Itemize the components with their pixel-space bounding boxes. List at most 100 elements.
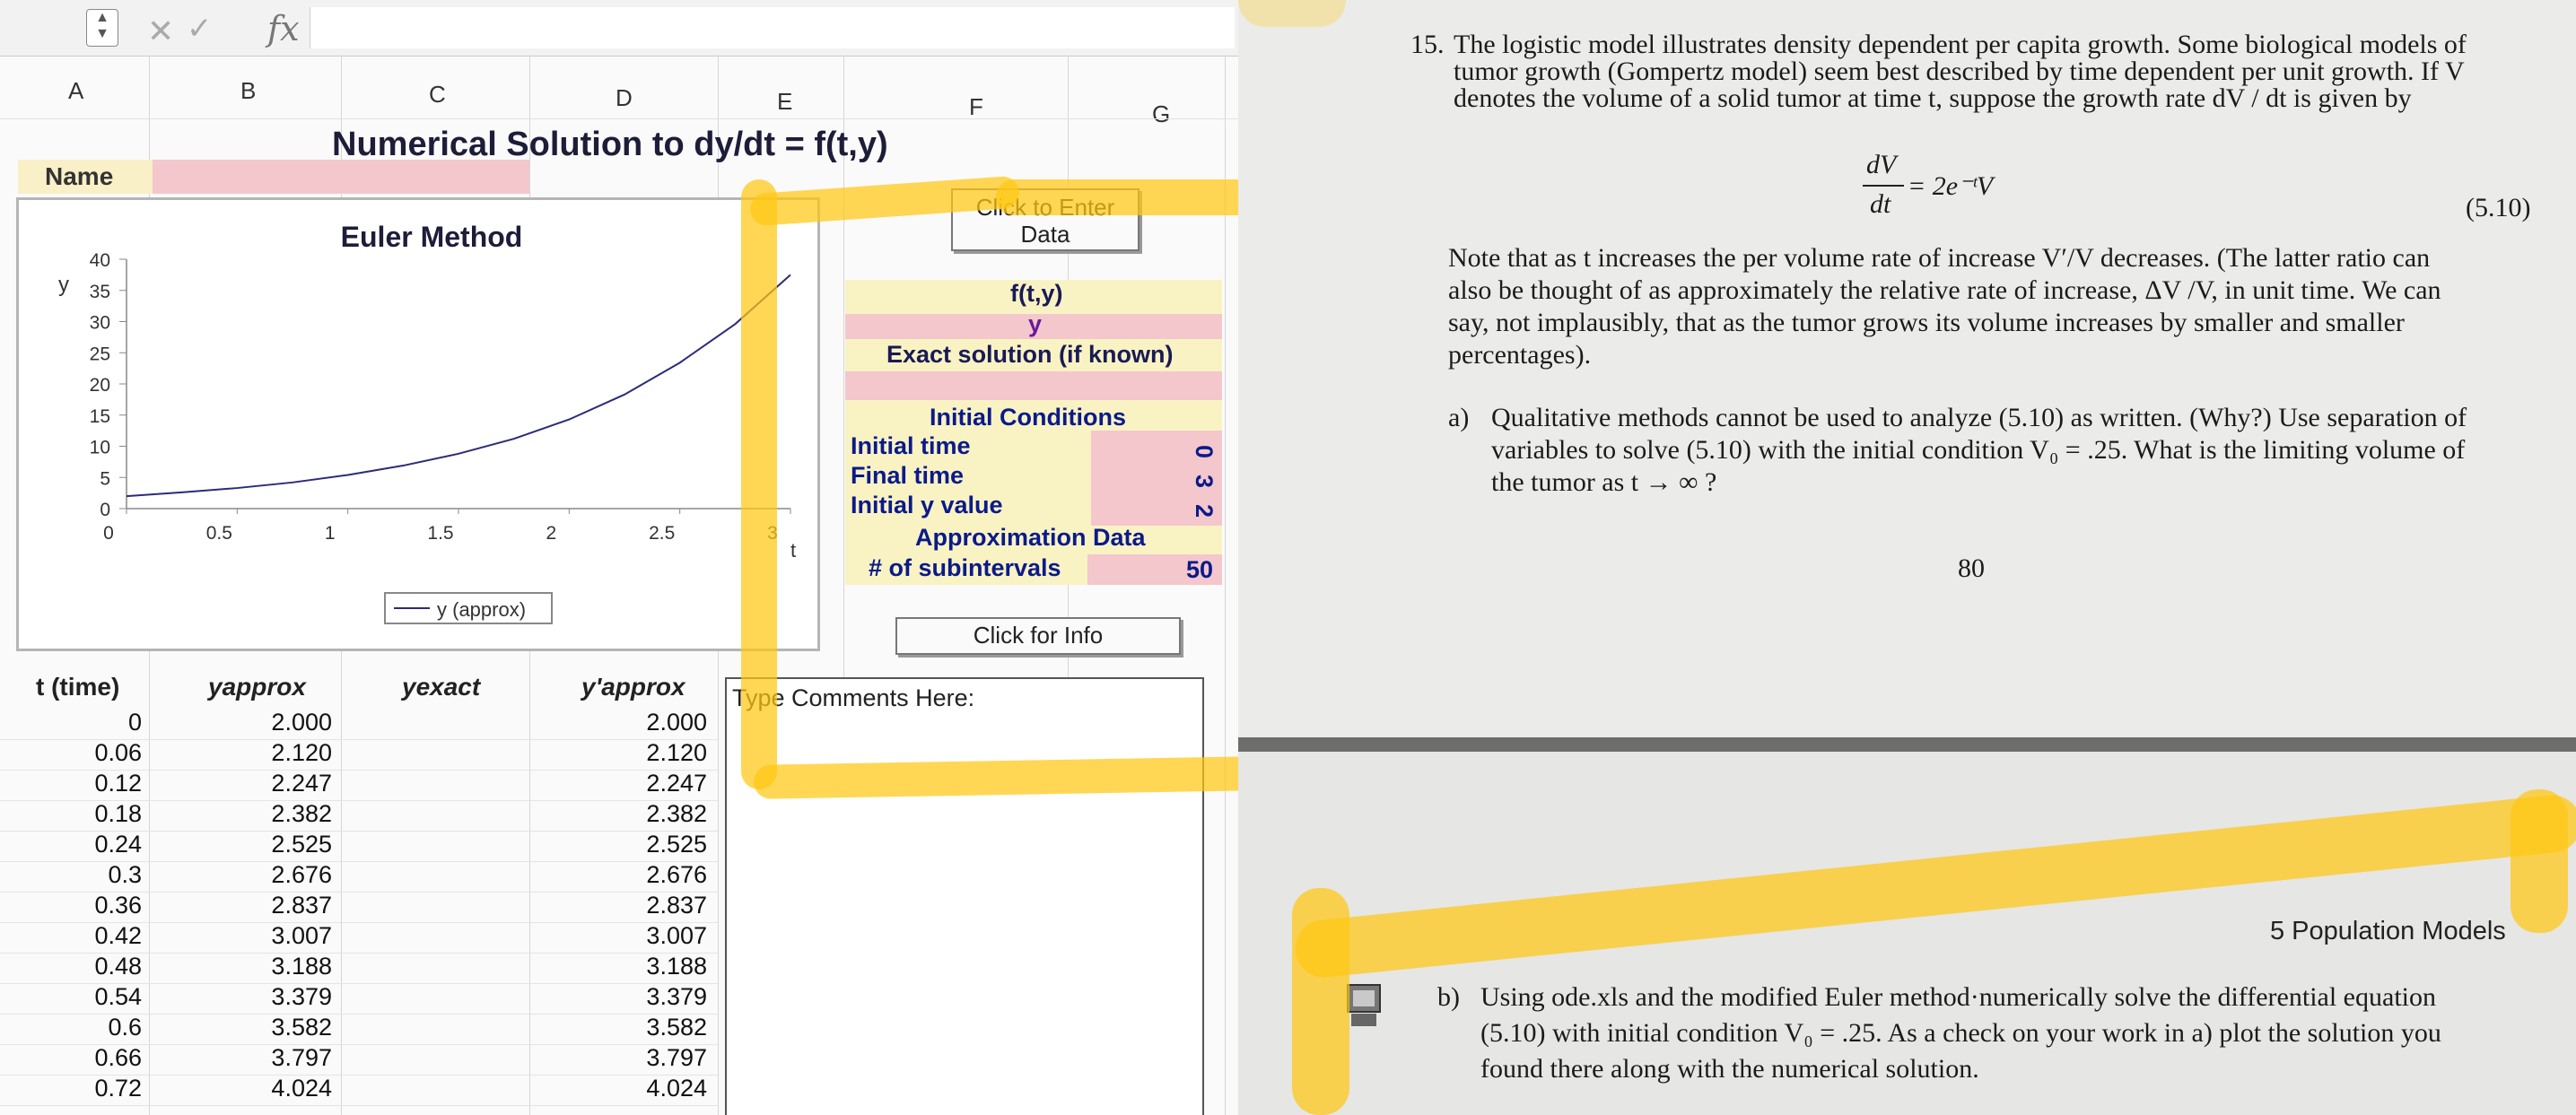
table-row: 0.3 2.676 2.676 <box>0 861 718 893</box>
cell-ypapprox[interactable]: 2.120 <box>646 739 707 767</box>
initial-time-label: Initial time <box>851 432 971 459</box>
euler-chart[interactable]: Euler Method 0 5 10 15 20 25 30 35 40 0 0.5 1 1.5 2 2.… <box>16 197 820 651</box>
table-row: 0.12 2.247 2.247 <box>0 770 718 801</box>
y-tick-label: 5 <box>100 468 110 489</box>
cell-t[interactable]: 0.66 <box>94 1044 142 1072</box>
cell-yapprox[interactable]: 3.188 <box>271 953 332 980</box>
cell-yapprox[interactable]: 2.382 <box>271 800 332 828</box>
cell-t[interactable]: 0.06 <box>94 739 142 767</box>
cell-t[interactable]: 0.42 <box>94 922 142 950</box>
cell-ypapprox[interactable]: 3.797 <box>646 1044 707 1072</box>
name-field[interactable] <box>153 160 529 194</box>
y-tick-label: 0 <box>100 500 110 520</box>
cell-ypapprox[interactable]: 3.007 <box>646 922 707 950</box>
cell-ypapprox[interactable]: 4.024 <box>646 1075 707 1102</box>
cell-t[interactable]: 0.18 <box>94 800 142 828</box>
y-label: y <box>1028 310 1043 337</box>
x-tick-label: 0 <box>103 523 114 544</box>
cell-ypapprox[interactable]: 2.000 <box>646 709 707 736</box>
name-box-stepper[interactable]: ▲ ▼ <box>86 9 118 47</box>
cell-t[interactable]: 0.3 <box>108 861 142 889</box>
column-header-b[interactable]: B <box>240 77 256 167</box>
initial-time-value[interactable]: 0 <box>1190 445 1218 458</box>
cell-ypapprox[interactable]: 2.525 <box>646 831 707 858</box>
y-tick-label: 10 <box>90 438 110 458</box>
formula-bar: ▲ ▼ ✕ ✓ fx <box>0 0 1238 57</box>
info-button[interactable]: Click for Info <box>895 617 1181 655</box>
cell-yapprox[interactable]: 2.247 <box>271 770 332 797</box>
cell-ypapprox[interactable]: 3.379 <box>646 983 707 1011</box>
para2-line3: say, not implausibly, that as the tumor … <box>1448 308 2405 337</box>
highlighter-mark <box>741 179 777 789</box>
table-row: 0.6 3.582 3.582 <box>0 1014 718 1045</box>
initial-y-value[interactable]: 2 <box>1190 504 1218 518</box>
table-row: 0.54 3.379 3.379 <box>0 983 718 1015</box>
comments-label: Type Comments Here: <box>732 684 975 711</box>
legend-label: y (approx) <box>437 598 526 621</box>
part-a-line2: variables to solve (5.10) with the initi… <box>1491 435 2466 465</box>
y-tick-label: 20 <box>90 375 110 396</box>
para2-line1: Note that as t increases the per volume … <box>1448 243 2431 273</box>
part-a-line1: Qualitative methods cannot be used to an… <box>1491 403 2467 432</box>
exact-label: Exact solution (if known) <box>886 341 1174 368</box>
cell-t[interactable]: 0.54 <box>94 983 142 1011</box>
cell-t[interactable]: 0.72 <box>94 1075 142 1102</box>
part-a-label: a) <box>1448 403 1470 432</box>
chart-title: Euler Method <box>341 221 523 253</box>
para1-line3: denotes the volume of a solid tumor at t… <box>1454 83 2412 113</box>
cell-yapprox[interactable]: 2.120 <box>271 739 332 767</box>
table-row: 0.48 3.188 3.188 <box>0 953 718 984</box>
y-tick-label: 35 <box>90 282 110 302</box>
cell-yapprox[interactable]: 2.837 <box>271 892 332 919</box>
cell-ypapprox[interactable]: 3.582 <box>646 1014 707 1041</box>
cell-yapprox[interactable]: 2.676 <box>271 861 332 889</box>
cell-ypapprox[interactable]: 2.247 <box>646 770 707 797</box>
column-header-a[interactable]: A <box>68 77 83 167</box>
column-header-f[interactable]: F <box>969 93 983 183</box>
cell-ypapprox[interactable]: 3.188 <box>646 953 707 980</box>
cell-yapprox[interactable]: 3.379 <box>271 983 332 1011</box>
cancel-icon[interactable]: ✕ <box>147 13 174 50</box>
cell-yapprox[interactable]: 3.007 <box>271 922 332 950</box>
cell-ypapprox[interactable]: 2.676 <box>646 861 707 889</box>
grid-line <box>0 118 1238 119</box>
cell-t[interactable]: 0.48 <box>94 953 142 980</box>
header-yexact: yexact <box>402 673 481 701</box>
formula-input[interactable] <box>310 7 1235 48</box>
cell-yapprox[interactable]: 3.797 <box>271 1044 332 1072</box>
ft-label: f(t,y) <box>1010 280 1063 307</box>
running-head: 5 Population Models <box>2270 917 2506 945</box>
cell-ypapprox[interactable]: 2.837 <box>646 892 707 919</box>
part-b-line3: found there along with the numerical sol… <box>1480 1054 1979 1084</box>
cell-t[interactable]: 0.6 <box>108 1014 142 1041</box>
para2-line4: percentages). <box>1448 340 1592 370</box>
cell-t[interactable]: 0 <box>128 709 142 736</box>
column-header-g[interactable]: G <box>1152 100 1170 190</box>
part-b-line2: (5.10) with initial condition V₀ = .25. … <box>1480 1018 2441 1048</box>
header-ypapprox: y'approx <box>581 673 685 701</box>
y-tick-label: 15 <box>90 406 110 427</box>
cell-yapprox[interactable]: 3.582 <box>271 1014 332 1041</box>
exact-input[interactable] <box>845 371 1222 400</box>
cell-yapprox[interactable]: 4.024 <box>271 1075 332 1102</box>
cell-t[interactable]: 0.12 <box>94 770 142 797</box>
x-tick-label: 0.5 <box>206 523 232 544</box>
highlighter-mark <box>2511 789 2568 933</box>
cell-t[interactable]: 0.36 <box>94 892 142 919</box>
subintervals-value[interactable]: 50 <box>1186 556 1213 584</box>
spreadsheet: ▲ ▼ ✕ ✓ fx A B C D E F G Numerical Soluti… <box>0 0 1238 1115</box>
function-icon[interactable]: fx <box>267 9 300 48</box>
cell-yapprox[interactable]: 2.000 <box>271 709 332 736</box>
equation-rhs: = 2e⁻ᵗV <box>1908 171 1994 201</box>
comments-box[interactable]: Type Comments Here: <box>725 677 1204 1115</box>
x-tick-label: 2.5 <box>649 523 675 544</box>
subintervals-label: # of subintervals <box>869 554 1061 581</box>
cell-yapprox[interactable]: 2.525 <box>271 831 332 858</box>
final-time-value[interactable]: 3 <box>1190 475 1218 488</box>
name-label: Name <box>18 160 153 194</box>
cell-t[interactable]: 0.24 <box>94 831 142 858</box>
cell-ypapprox[interactable]: 2.382 <box>646 800 707 828</box>
enter-icon[interactable]: ✓ <box>187 11 213 47</box>
table-row: 0 2.000 2.000 <box>0 709 718 740</box>
init-conditions-label: Initial Conditions <box>930 404 1126 431</box>
